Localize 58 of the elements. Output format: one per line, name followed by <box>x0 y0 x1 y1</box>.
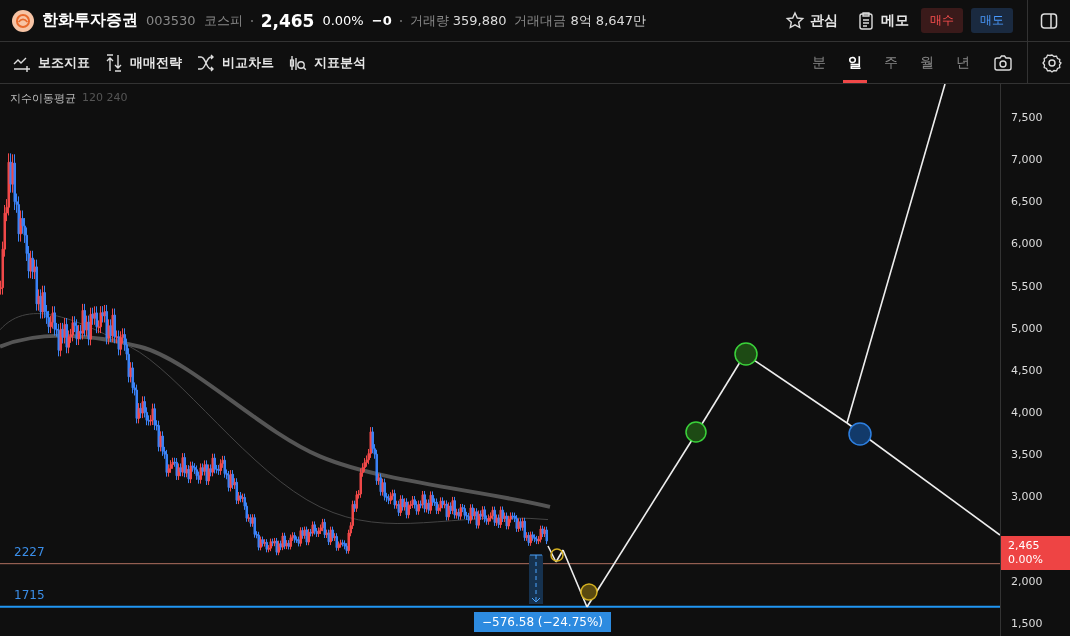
shuffle-icon <box>196 52 216 73</box>
anchor-marker <box>734 342 758 366</box>
axis-label: 7,000 <box>1011 153 1043 167</box>
period-tab[interactable]: 일 <box>843 42 867 83</box>
period-tab[interactable]: 년 <box>951 42 975 83</box>
panel-toggle-icon <box>1039 10 1059 31</box>
last-price-value: 2,465 <box>1008 538 1041 553</box>
screenshot-button[interactable] <box>993 52 1013 73</box>
change-value: −0 <box>371 13 392 28</box>
change-percent: 0.00% <box>322 13 364 28</box>
anchor-marker <box>580 583 598 601</box>
amount-label: 거래대금 <box>514 11 567 30</box>
measure-label: −576.58 (−24.75%) <box>474 612 612 632</box>
axis-label: 6,500 <box>1011 195 1043 209</box>
up-down-arrows-icon <box>104 52 124 73</box>
toolbar-button[interactable]: 비교차트 <box>196 52 274 73</box>
stock-name: 한화투자증권 <box>42 10 138 31</box>
axis-label: 2,000 <box>1011 574 1043 588</box>
period-tab[interactable]: 분 <box>807 42 831 83</box>
anchor-marker <box>848 422 872 446</box>
settings-icon <box>1042 52 1062 73</box>
anchor-marker <box>550 548 564 562</box>
axis-label: 7,500 <box>1011 111 1043 124</box>
trend-line <box>547 545 557 563</box>
toolbar-button[interactable]: 보조지표 <box>12 52 90 73</box>
volume-value: 359,880 <box>452 13 507 28</box>
sell-button[interactable]: 매도 <box>971 8 1013 33</box>
axis-label: 6,000 <box>1011 237 1043 251</box>
market-name: 코스피 <box>203 11 243 30</box>
indicator-params: 120 240 <box>82 91 128 106</box>
level-label: 2227 <box>14 544 45 559</box>
watchlist-button[interactable]: 관심 <box>785 10 838 31</box>
toolbar-button[interactable]: 매매전략 <box>104 52 182 73</box>
axis-label: 5,500 <box>1011 279 1043 293</box>
period-tab[interactable]: 주 <box>879 42 903 83</box>
indicator-name: 지수이동평균 <box>10 91 76 106</box>
current-price: 2,465 <box>260 10 315 31</box>
star-icon <box>785 10 805 31</box>
amount-value: 8억 8,647만 <box>570 11 647 30</box>
toolbar-button[interactable]: 지표분석 <box>288 52 366 73</box>
axis-label: 4,000 <box>1011 406 1043 420</box>
axis-label: 4,500 <box>1011 364 1043 377</box>
period-tab[interactable]: 월 <box>915 42 939 83</box>
memo-button[interactable]: 메모 <box>856 10 909 31</box>
axis-label: 1,500 <box>1011 616 1043 630</box>
last-price-change: 0.00% <box>1008 552 1044 567</box>
clipboard-icon <box>856 10 876 31</box>
company-logo-icon <box>12 9 34 32</box>
axis-label: 3,500 <box>1011 448 1043 462</box>
anchor-marker <box>685 421 707 443</box>
volume-label: 거래량 <box>409 11 449 30</box>
axis-label: 3,000 <box>1011 490 1043 504</box>
buy-button[interactable]: 매수 <box>921 8 963 33</box>
settings-button[interactable] <box>1042 52 1062 73</box>
level-label: 1715 <box>14 587 45 602</box>
stock-code: 003530 <box>146 13 196 28</box>
camera-icon <box>993 52 1013 73</box>
axis-label: 5,000 <box>1011 321 1043 335</box>
